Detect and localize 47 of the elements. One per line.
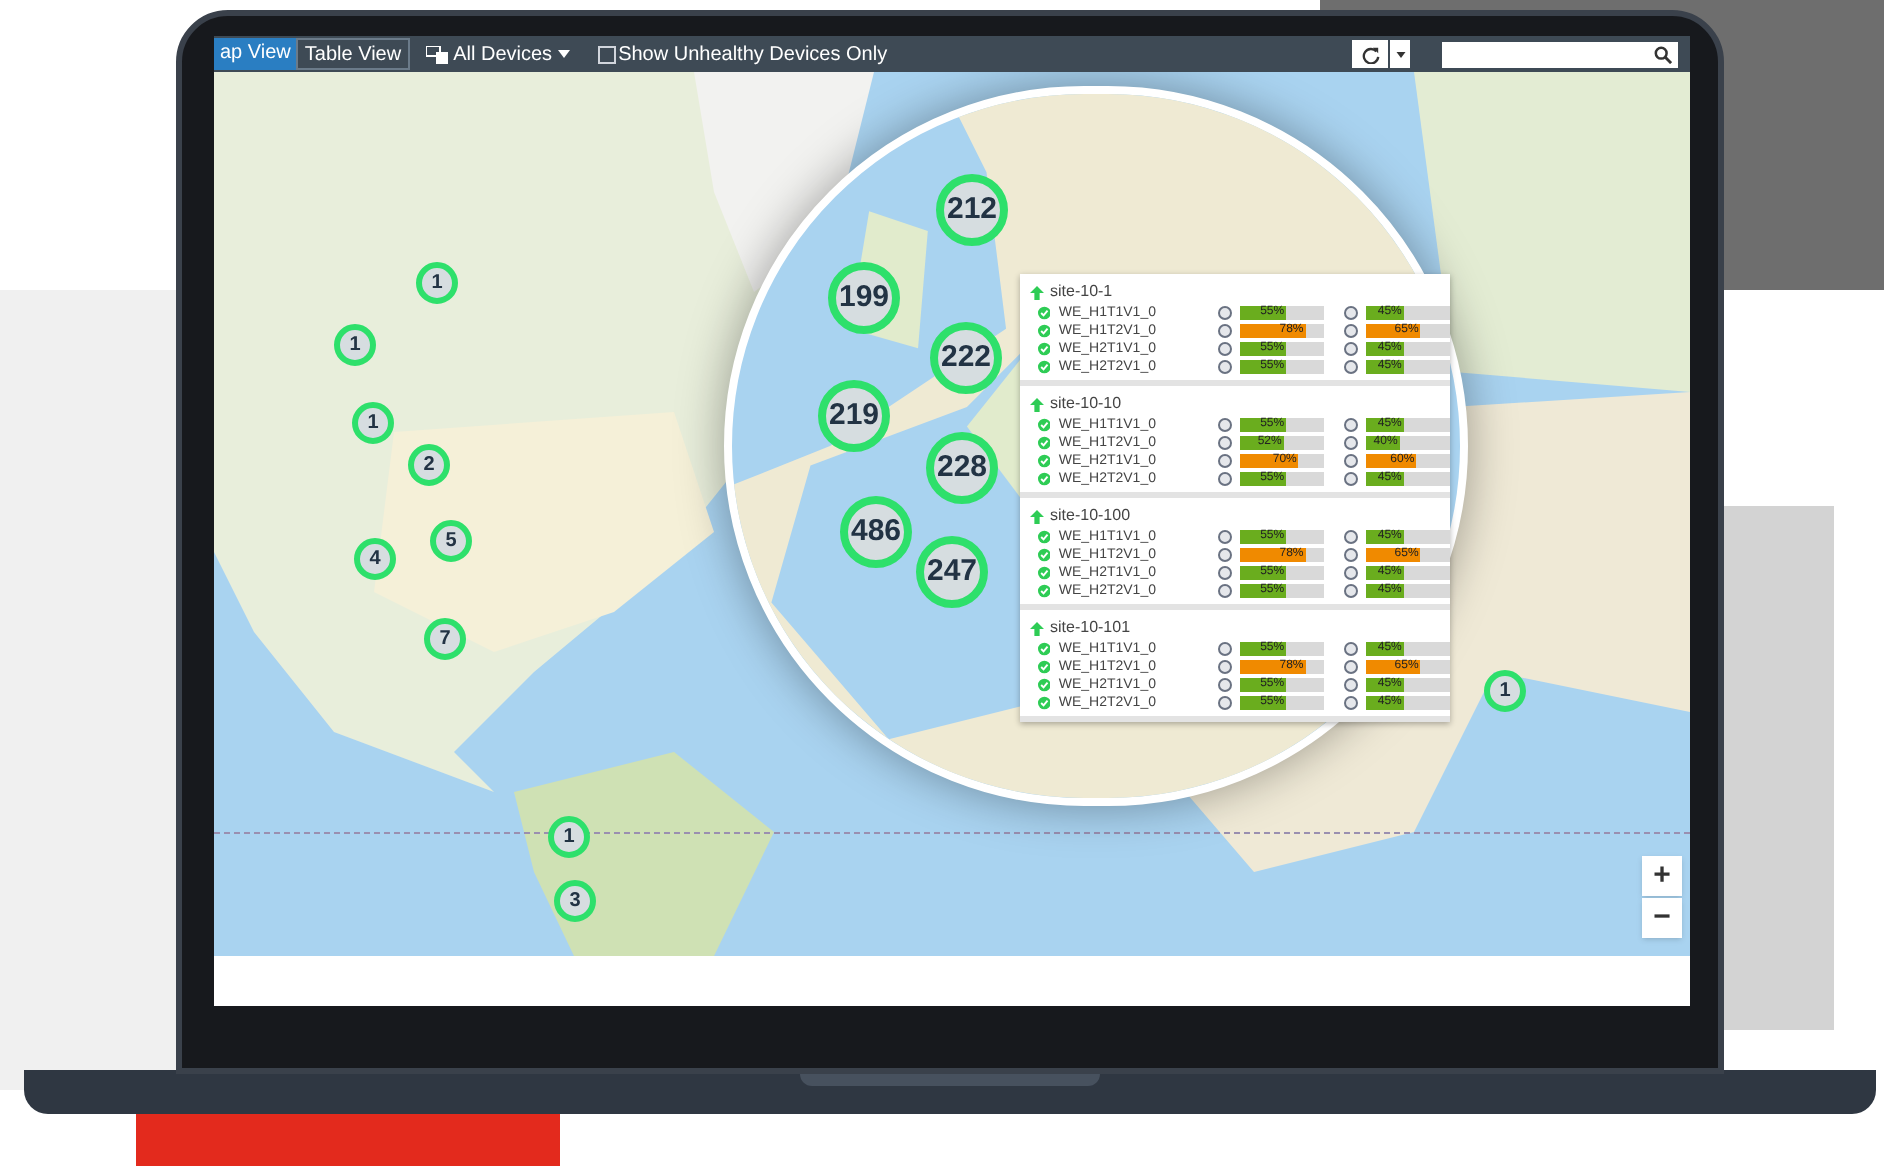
up-arrow-icon bbox=[1030, 285, 1044, 299]
site-name[interactable]: site-10-101 bbox=[1050, 616, 1131, 640]
up-arrow-icon bbox=[1030, 509, 1044, 523]
site-name[interactable]: site-10-10 bbox=[1050, 392, 1122, 416]
site-name[interactable]: site-10-1 bbox=[1050, 280, 1113, 304]
cluster-marker[interactable]: 486 bbox=[840, 496, 912, 568]
cluster-marker[interactable]: 219 bbox=[818, 380, 890, 452]
cluster-marker[interactable]: 212 bbox=[936, 174, 1008, 246]
cluster-marker[interactable]: 222 bbox=[930, 322, 1002, 394]
refresh-dropdown[interactable] bbox=[1390, 40, 1410, 68]
check-icon bbox=[1038, 530, 1051, 544]
refresh-button[interactable] bbox=[1352, 40, 1388, 68]
cluster-marker[interactable]: 1 bbox=[1484, 670, 1526, 712]
cluster-marker[interactable]: 247 bbox=[916, 536, 988, 608]
check-icon bbox=[1038, 642, 1051, 656]
site-name[interactable]: site-10-100 bbox=[1050, 504, 1131, 528]
check-icon bbox=[1038, 436, 1051, 450]
check-icon bbox=[1038, 678, 1051, 692]
check-icon bbox=[1038, 454, 1051, 468]
checkbox[interactable] bbox=[598, 45, 617, 63]
caret-icon bbox=[1395, 51, 1405, 57]
search-field[interactable] bbox=[1442, 41, 1678, 67]
refresh-icon bbox=[1361, 45, 1379, 63]
cluster-marker[interactable]: 228 bbox=[926, 432, 998, 504]
up-arrow-icon bbox=[1030, 621, 1044, 635]
check-icon bbox=[1038, 360, 1051, 374]
view-tab[interactable]: Table View bbox=[296, 38, 410, 70]
check-icon bbox=[1038, 584, 1051, 598]
zoom-button[interactable]: + bbox=[1642, 856, 1682, 896]
up-arrow-icon bbox=[1030, 397, 1044, 411]
check-icon bbox=[1038, 472, 1051, 486]
zoom-button[interactable]: − bbox=[1642, 898, 1682, 938]
view-tab[interactable]: ap View bbox=[214, 38, 297, 70]
check-icon bbox=[1038, 548, 1051, 562]
devices-icon bbox=[425, 45, 448, 63]
check-icon bbox=[1038, 566, 1051, 580]
check-icon bbox=[1038, 418, 1051, 432]
cluster-marker[interactable]: 199 bbox=[828, 262, 900, 334]
devices-dropdown[interactable]: All Devices bbox=[453, 39, 571, 69]
check-icon bbox=[1038, 696, 1051, 710]
checkbox-label: Show Unhealthy Devices Only bbox=[618, 41, 888, 69]
check-icon bbox=[1038, 342, 1051, 356]
search-icon bbox=[1654, 45, 1672, 63]
caret-icon bbox=[558, 50, 571, 58]
check-icon bbox=[1038, 306, 1051, 320]
check-icon bbox=[1038, 324, 1051, 338]
check-icon bbox=[1038, 660, 1051, 674]
